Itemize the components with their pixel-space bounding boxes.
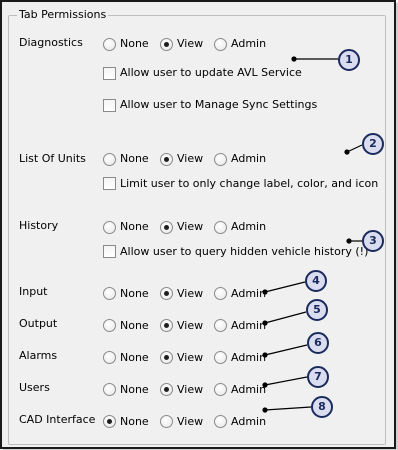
callout-4-dot	[262, 289, 268, 295]
callout-1-dot	[291, 56, 297, 62]
callout-6-number: 6	[314, 336, 322, 349]
callout-6-leader	[264, 344, 308, 356]
callout-7-number: 7	[314, 370, 322, 383]
callout-8-number: 8	[318, 400, 326, 413]
callout-4-leader	[264, 281, 306, 293]
callout-8-leader	[264, 406, 312, 411]
callout-5-dot	[262, 320, 268, 326]
callout-5-number: 5	[313, 303, 321, 316]
callout-4-number: 4	[312, 274, 320, 287]
callout-2-number: 2	[369, 137, 377, 150]
callout-7-leader	[264, 376, 308, 386]
callout-2-dot	[344, 149, 350, 155]
callout-3-dot	[346, 238, 352, 244]
callout-5-leader	[264, 311, 307, 324]
callout-1-number: 1	[345, 53, 353, 66]
callout-layer	[262, 49, 384, 418]
callout-8-dot	[262, 407, 268, 413]
callout-6-dot	[262, 352, 268, 358]
callout-3-number: 3	[369, 234, 377, 247]
callout-7-dot	[262, 382, 268, 388]
